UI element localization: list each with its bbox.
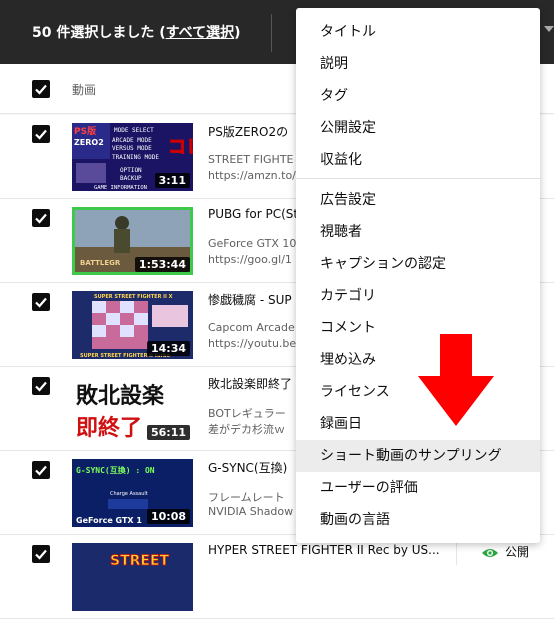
video-description-line1: フレームレート (208, 491, 285, 504)
video-duration: 1:53:44 (134, 257, 190, 272)
row-checkbox[interactable] (32, 209, 50, 227)
video-description-line2: https://youtu.be (208, 337, 297, 350)
menu-item-description[interactable]: 説明 (296, 48, 540, 80)
video-title[interactable]: G-SYNC(互換) (208, 459, 287, 476)
thumb-charge-label: Charge Assault (110, 491, 148, 497)
thumb-menu-7: GAME INFORMATION (94, 185, 147, 191)
video-title[interactable]: HYPER STREET FIGHTER II Rec by US... (208, 543, 440, 557)
menu-item-tags[interactable]: タグ (296, 80, 540, 112)
menu-item-ad-settings[interactable]: 広告設定 (296, 184, 540, 216)
menu-item-user-rating[interactable]: ユーザーの評価 (296, 472, 540, 504)
menu-item-title[interactable]: タイトル (296, 16, 540, 48)
video-description-line1: GeForce GTX 10 (208, 237, 297, 250)
row-checkbox[interactable] (32, 377, 50, 395)
check-icon (35, 129, 47, 140)
video-thumbnail[interactable]: STREET (72, 543, 193, 611)
check-icon (35, 465, 47, 476)
row-checkbox[interactable] (32, 545, 50, 563)
row-checkbox[interactable] (32, 125, 50, 143)
thumb-gsync-label: G-SYNC(互換) : ON (76, 465, 155, 475)
menu-item-caption-certification[interactable]: キャプションの認定 (296, 248, 540, 280)
menu-item-shorts-sampling[interactable]: ショート動画のサンプリング (296, 440, 540, 472)
video-thumbnail[interactable]: 敗北設楽 即終了 56:11 (72, 375, 193, 443)
select-all-checkbox[interactable] (32, 80, 50, 98)
video-duration: 56:11 (146, 425, 190, 440)
eye-icon (482, 548, 498, 557)
thumbnail-art: STREET (72, 543, 193, 611)
menu-item-monetization[interactable]: 収益化 (296, 144, 540, 176)
check-icon (35, 381, 47, 392)
menu-item-video-language[interactable]: 動画の言語 (296, 504, 540, 536)
thumb-menu-5: OPTION (120, 167, 142, 174)
visibility-label: 公開 (505, 545, 530, 559)
table-row[interactable]: STREET HYPER STREET FIGHTER II Rec by US… (0, 535, 554, 619)
thumb-geforce-label: GeForce GTX 1 (76, 516, 142, 525)
selection-count: 50 件選択しました (すべて選択) (32, 25, 241, 41)
toolbar-divider (271, 14, 272, 52)
video-duration: 14:34 (146, 341, 190, 356)
selected-count-text: 50 件選択しました (32, 25, 155, 41)
thumb-text-line2: 即終了 (76, 415, 142, 441)
thumb-menu-4: TRAINING MODE (112, 154, 159, 161)
video-title[interactable]: 敗北設楽即終了 (208, 375, 292, 392)
visibility-status[interactable]: 公開 (481, 543, 529, 560)
thumb-menu-2: ARCADE MODE (112, 137, 152, 144)
thumb-zero2-label: ZERO2 (74, 138, 104, 147)
video-description-line2: 差がデカ杉流ｗ (208, 423, 285, 436)
video-description-line2: https://goo.gl/1 (208, 253, 292, 266)
thumb-text-line1: 敗北設楽 (76, 383, 165, 409)
menu-divider (296, 178, 540, 179)
video-thumbnail[interactable]: BATTLEGR 1:53:44 (72, 207, 193, 275)
dropdown-caret-icon[interactable] (544, 26, 554, 32)
thumb-menu-3: VERSUS MODE (112, 145, 152, 152)
check-icon (35, 549, 47, 560)
video-description-line1: Capcom Arcade (208, 321, 295, 334)
video-description-line2: NVIDIA Shadow (208, 505, 294, 518)
thumb-menu-1: MODE SELECT (114, 127, 154, 134)
video-title[interactable]: PS版ZERO2の (208, 123, 288, 140)
thumb-battlegrounds-label: BATTLEGR (80, 259, 121, 267)
video-thumbnail[interactable]: PS版 ZERO2 MODE SELECT ARCADE MODE VERSUS… (72, 123, 193, 191)
video-description-line1: STREET FIGHTE (208, 153, 294, 166)
video-description-line1: BOTレギュラー (208, 407, 286, 420)
select-all-link[interactable]: すべて選択 (166, 25, 234, 41)
check-icon (35, 297, 47, 308)
red-arrow-annotation (418, 334, 494, 426)
video-duration: 10:08 (146, 509, 190, 524)
menu-item-audience[interactable]: 視聴者 (296, 216, 540, 248)
video-title[interactable]: PUBG for PC(St (208, 207, 298, 221)
thumb-kore-label: コレ (168, 137, 193, 158)
check-icon (35, 213, 47, 224)
column-header-video: 動画 (72, 83, 97, 97)
video-description-line2: https://amzn.to/ (208, 169, 296, 182)
thumb-menu-6: BACKUP (120, 175, 142, 182)
edit-field-menu: タイトル 説明 タグ 公開設定 収益化 広告設定 視聴者 キャプションの認定 カ… (296, 8, 540, 543)
video-duration: 3:11 (154, 173, 190, 188)
check-icon (35, 84, 47, 95)
menu-item-category[interactable]: カテゴリ (296, 280, 540, 312)
row-checkbox[interactable] (32, 461, 50, 479)
video-thumbnail[interactable]: SUPER STREET FIGHTER II X SUPER STREET F… (72, 291, 193, 359)
video-title[interactable]: 惨戯穢腐 - SUP (208, 291, 292, 308)
thumb-top-banner: SUPER STREET FIGHTER II X (94, 294, 173, 300)
thumb-ps-label: PS版 (74, 125, 96, 137)
video-thumbnail[interactable]: G-SYNC(互換) : ON Charge Assault GeForce G… (72, 459, 193, 527)
row-checkbox[interactable] (32, 293, 50, 311)
menu-item-visibility[interactable]: 公開設定 (296, 112, 540, 144)
